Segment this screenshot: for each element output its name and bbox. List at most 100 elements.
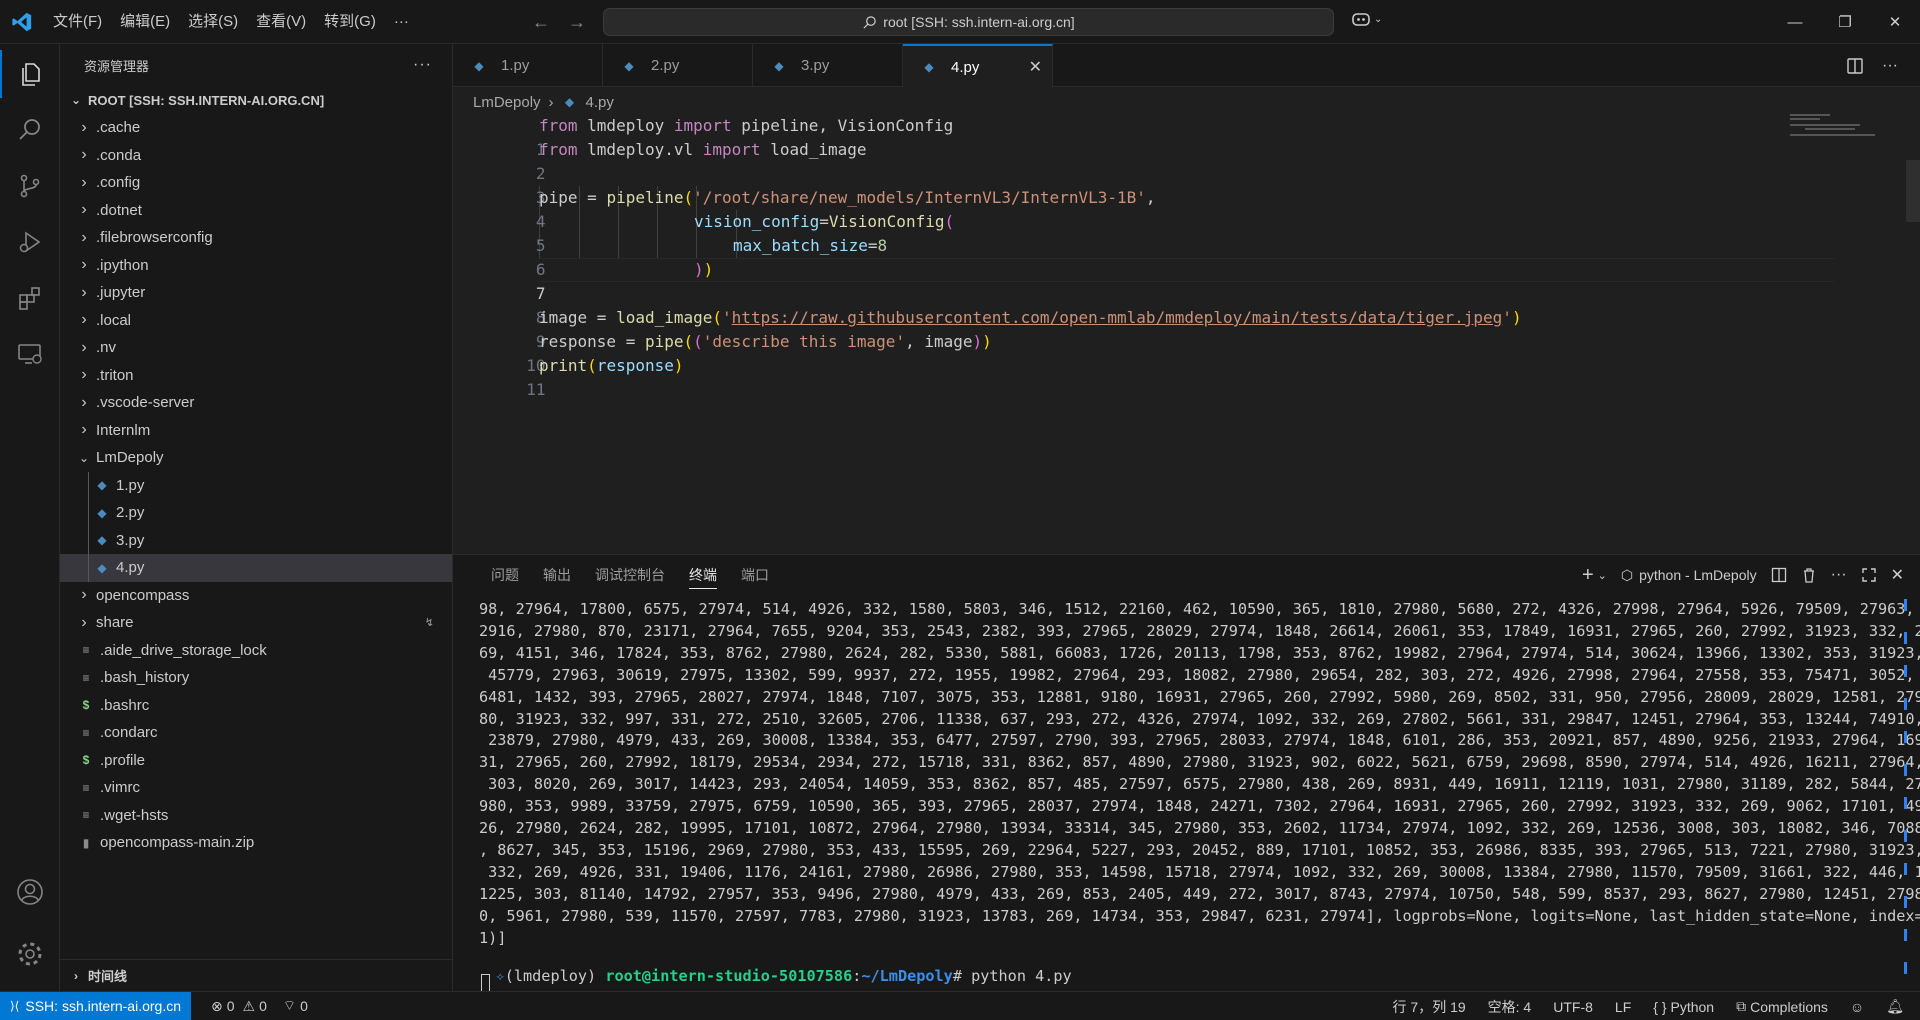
menu-selection[interactable]: 选择(S) [179,0,247,44]
tree-item[interactable]: › .ipython [60,252,452,280]
ports-status[interactable]: ⌔ 0 [275,997,316,1015]
tab-ports[interactable]: 端口 [729,555,781,595]
tree-item[interactable]: › share ↯ [60,609,452,637]
extensions-icon[interactable] [0,274,60,322]
tree-item[interactable]: ▮ opencompass-main.zip [60,829,452,857]
editor-scrollbar[interactable] [1906,160,1920,222]
account-icon[interactable] [0,868,60,916]
plus-icon[interactable]: + [1582,564,1594,587]
copilot-icon[interactable]: ☺ [1842,999,1872,1015]
explorer-title: 资源管理器 [84,58,150,74]
code-editor[interactable]: 1 from lmdeploy import pipeline, VisionC… [453,114,1920,554]
close-icon[interactable]: ✕ [1891,565,1904,585]
language-mode[interactable]: { } Python [1645,999,1722,1015]
tab-output[interactable]: 输出 [531,555,583,595]
tab-2-py[interactable]: ◆ 2.py [603,44,753,87]
tab-debug-console[interactable]: 调试控制台 [583,555,677,595]
tree-item[interactable]: $ .bashrc [60,692,452,720]
indentation[interactable]: 空格: 4 [1480,997,1540,1017]
tree-item[interactable]: › .local [60,307,452,335]
tab-4-py[interactable]: ◆ 4.py ✕ [903,44,1053,88]
menu-file[interactable]: 文件(F) [44,0,111,44]
tree-item[interactable]: ◆ 4.py [60,554,452,582]
more-icon[interactable]: ··· [413,56,432,74]
tab-3-py[interactable]: ◆ 3.py [753,44,903,87]
trash-icon[interactable] [1801,567,1817,583]
close-icon[interactable]: ✕ [1029,57,1042,77]
chevron-down-icon[interactable]: ⌄ [1598,569,1607,582]
code-line: 9 image = load_image('https://raw.github… [453,306,1783,351]
chevron-down-icon: ⌄ [78,450,90,465]
run-debug-icon[interactable] [0,218,60,266]
terminal-line: 1)] [479,928,507,947]
encoding[interactable]: UTF-8 [1545,999,1601,1015]
menu-edit[interactable]: 编辑(E) [111,0,179,44]
menu-more[interactable]: ··· [385,0,418,44]
search-icon[interactable] [0,106,60,154]
terminal-output[interactable]: 98, 27964, 17800, 6575, 27974, 514, 4926… [479,599,1920,950]
breadcrumb-file[interactable]: 4.py [586,94,614,111]
tree-item[interactable]: › .cache [60,114,452,142]
command-center-search[interactable]: root [SSH: ssh.intern-ai.org.cn] [603,8,1334,36]
menu-view[interactable]: 查看(V) [247,0,315,44]
python-icon: ◆ [774,58,784,73]
copilot-menu[interactable]: ⌄ [1350,10,1382,28]
problems-status[interactable]: ⊗ 0 ⚠ 0 [203,998,275,1015]
remote-indicator[interactable]: ⟩⟨ SSH: ssh.intern-ai.org.cn [0,991,191,1020]
tree-item-label: 3.py [116,531,145,549]
tree-item[interactable]: › opencompass [60,582,452,610]
tree-item[interactable]: › .dotnet [60,197,452,225]
terminal-line: 1225, 303, 81140, 14792, 27957, 353, 949… [479,884,1920,903]
cursor-position[interactable]: 行 7，列 19 [1385,997,1474,1017]
code-line: 10 response = pipe(('describe this image… [453,330,1783,375]
breadcrumb-folder[interactable]: LmDepoly [473,94,541,111]
tree-item[interactable]: ≡ .aide_drive_storage_lock [60,637,452,665]
tree-item[interactable]: › .vscode-server [60,389,452,417]
tree-item[interactable]: › .config [60,169,452,197]
terminal-line: 45779, 27963, 30619, 27975, 13302, 599, … [479,665,1915,684]
completions-status[interactable]: ⧉ Completions [1728,998,1836,1015]
maximize-icon[interactable] [1861,567,1877,583]
tree-item[interactable]: ≡ .vimrc [60,774,452,802]
tab-terminal[interactable]: 终端 [677,555,729,595]
files-icon[interactable] [0,50,60,98]
tree-item[interactable]: › .jupyter [60,279,452,307]
remote-explorer-icon[interactable] [0,330,60,378]
split-terminal-icon[interactable] [1771,567,1787,583]
minimize-button[interactable]: — [1770,0,1820,44]
tab-1-py[interactable]: ◆ 1.py [453,44,603,87]
explorer-root-folder[interactable]: ⌄ ROOT [SSH: SSH.INTERN-AI.ORG.CN] [60,86,452,114]
tree-item-label: .local [96,311,132,329]
tree-item[interactable]: › .conda [60,142,452,170]
restore-button[interactable]: ❐ [1820,0,1870,44]
menu-go[interactable]: 转到(G) [315,0,385,44]
split-editor-icon[interactable] [1846,57,1864,75]
tree-item[interactable]: ◆ 2.py [60,499,452,527]
terminal-name[interactable]: python - LmDepoly [1639,567,1757,583]
tree-item[interactable]: ⌄ LmDepoly [60,444,452,472]
forward-arrow-icon[interactable]: → [566,12,588,33]
tree-item[interactable]: ◆ 3.py [60,526,452,554]
close-window-button[interactable]: ✕ [1870,0,1920,44]
tree-item[interactable]: › .triton [60,362,452,390]
bell-icon[interactable]: 🔔︎ [1878,998,1912,1015]
more-icon[interactable]: ··· [1831,566,1847,584]
end-of-line[interactable]: LF [1607,999,1639,1015]
tree-item[interactable]: $ .profile [60,747,452,775]
minimap[interactable] [1790,114,1890,144]
more-icon[interactable]: ··· [1882,57,1898,75]
tree-item[interactable]: ◆ 1.py [60,471,452,499]
source-control-icon[interactable] [0,162,60,210]
tree-item[interactable]: › Internlm [60,417,452,445]
settings-gear-icon[interactable] [0,930,60,978]
timeline-section[interactable]: › 时间线 [60,959,452,991]
back-arrow-icon[interactable]: ← [530,12,552,33]
breadcrumb: LmDepoly › ◆ 4.py [473,90,614,114]
tree-item[interactable]: ≡ .condarc [60,719,452,747]
tree-item[interactable]: › .nv [60,334,452,362]
tree-item[interactable]: › .filebrowserconfig [60,224,452,252]
tab-problems[interactable]: 问题 [479,555,531,595]
tree-item[interactable]: ≡ .wget-hsts [60,802,452,830]
zip-file-icon: ▮ [82,835,90,850]
tree-item[interactable]: ≡ .bash_history [60,664,452,692]
